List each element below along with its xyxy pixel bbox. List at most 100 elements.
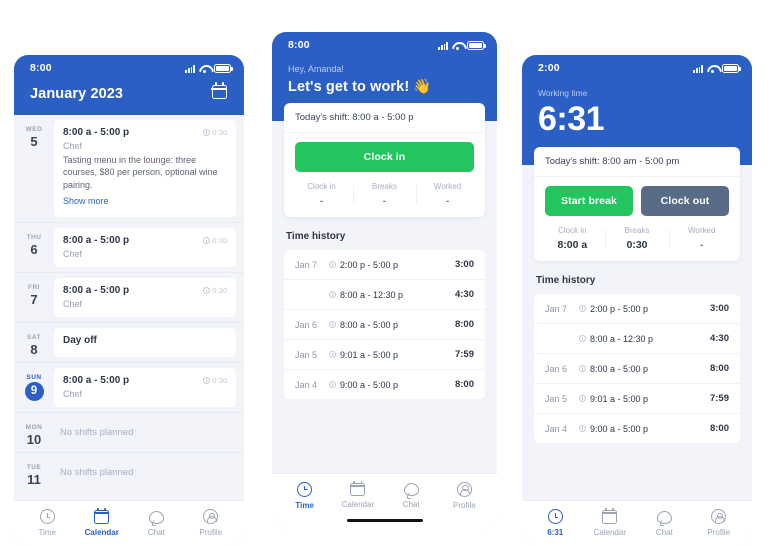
clock-in-button[interactable]: Clock in <box>295 142 474 172</box>
history-row[interactable]: Jan 4 9:00 a - 5:00 p 8:00 <box>534 413 740 443</box>
phone-calendar-screen: 8:00 January 2023 WED 5 8:00 a - 5:00 p … <box>14 55 244 546</box>
shift-break-duration: 0:30 <box>202 236 227 246</box>
user-icon <box>456 481 472 497</box>
stat-breaks: Breaks - <box>353 182 416 207</box>
tab-time[interactable]: Time <box>281 481 329 510</box>
tab-calendar[interactable]: Calendar <box>78 508 126 537</box>
schedule-day-row[interactable]: WED 5 8:00 a - 5:00 p 0:30 Chef Tasting … <box>14 115 244 222</box>
time-history-section: Time history Jan 7 2:00 p - 5:00 p 3:00 … <box>522 261 752 500</box>
battery-icon <box>214 63 233 73</box>
history-row[interactable]: Jan 7 2:00 p - 5:00 p 3:00 <box>284 250 485 279</box>
status-bar-time: 2:00 <box>538 62 560 74</box>
history-total: 4:30 <box>709 333 729 344</box>
show-more-link[interactable]: Show more <box>63 196 109 206</box>
tab-time[interactable]: 6:31 <box>531 509 579 537</box>
calendar-picker-button[interactable] <box>211 82 229 102</box>
history-row[interactable]: Jan 7 2:00 p - 5:00 p 3:00 <box>534 294 740 323</box>
history-row[interactable]: Jan 4 9:00 a - 5:00 p 8:00 <box>284 369 485 399</box>
headline-text: Let's get to work! 👋 <box>288 79 432 95</box>
tab-calendar[interactable]: Calendar <box>586 508 634 537</box>
clock-icon <box>579 365 586 372</box>
history-span-text: 9:00 a - 5:00 p <box>590 423 649 434</box>
history-span: 9:01 a - 5:00 p <box>329 350 455 360</box>
history-date: Jan 5 <box>545 393 568 404</box>
day-number: 9 <box>24 382 44 402</box>
schedule-day-row[interactable]: FRI 7 8:00 a - 5:00 p 0:30 Chef <box>14 272 244 322</box>
working-timer: 6:31 <box>538 100 605 138</box>
history-row[interactable]: 8:00 a - 12:30 p 4:30 <box>284 279 485 309</box>
day-of-week: TUE <box>26 464 42 472</box>
history-row[interactable]: Jan 6 8:00 a - 5:00 p 8:00 <box>534 353 740 383</box>
history-row[interactable]: Jan 5 9:01 a - 5:00 p 7:59 <box>534 383 740 413</box>
time-history-list[interactable]: Jan 7 2:00 p - 5:00 p 3:00 8:00 a - 12:3… <box>284 250 485 399</box>
tab-label: Chat <box>147 527 165 537</box>
clock-icon <box>202 129 210 136</box>
history-total: 8:00 <box>454 319 474 330</box>
stat-clock-in: Clock in 8:00 a <box>540 226 605 251</box>
history-date: Jan 6 <box>295 319 318 330</box>
history-span: 2:00 p - 5:00 p <box>329 260 455 270</box>
day-off-card[interactable]: Day off <box>54 328 236 358</box>
todays-shift-text: Today's shift: 8:00 a - 5:00 p <box>284 103 485 133</box>
shift-card[interactable]: 8:00 a - 5:00 p 0:30 Chef <box>54 278 236 318</box>
clock-icon <box>329 381 336 388</box>
tab-chat[interactable]: Chat <box>132 510 180 537</box>
time-history-list[interactable]: Jan 7 2:00 p - 5:00 p 3:00 8:00 a - 12:3… <box>534 294 740 443</box>
stat-value: - <box>319 195 324 207</box>
clock-icon <box>579 305 586 312</box>
history-span: 2:00 p - 5:00 p <box>579 304 710 314</box>
tab-label: Profile <box>707 528 731 537</box>
break-duration-value: 0:30 <box>212 128 227 137</box>
day-number: 8 <box>30 342 38 358</box>
schedule-day-row[interactable]: TUE 11 No shifts planned <box>14 452 244 492</box>
tab-time[interactable]: Time <box>23 509 71 537</box>
day-number: 6 <box>30 242 38 258</box>
shift-card[interactable]: 8:00 a - 5:00 p 0:30 Chef <box>54 228 236 268</box>
schedule-day-row-today[interactable]: SUN 9 8:00 a - 5:00 p 0:30 Chef <box>14 362 244 412</box>
day-column: TUE 11 <box>14 458 54 487</box>
schedule-list[interactable]: WED 5 8:00 a - 5:00 p 0:30 Chef Tasting … <box>14 115 244 500</box>
no-shifts-label: No shifts planned <box>60 467 134 479</box>
tab-profile[interactable]: Profile <box>440 481 488 510</box>
shift-break-duration: 0:30 <box>202 286 227 295</box>
shift-card[interactable]: 8:00 a - 5:00 p 0:30 Chef Tasting menu i… <box>54 120 236 218</box>
tab-profile[interactable]: Profile <box>187 509 235 537</box>
history-row[interactable]: Jan 5 9:01 a - 5:00 p 7:59 <box>284 339 485 369</box>
history-span-text: 8:00 a - 12:30 p <box>590 333 654 344</box>
history-span: 9:01 a - 5:00 p <box>579 394 710 404</box>
status-bar-icons <box>438 40 486 50</box>
status-bar-time: 8:00 <box>288 39 310 51</box>
stat-label: Worked <box>433 182 462 191</box>
history-span: 9:00 a - 5:00 p <box>329 380 455 390</box>
wifi-icon <box>199 65 210 73</box>
shift-role: Chef <box>63 249 83 260</box>
start-break-button[interactable]: Start break <box>545 186 633 216</box>
day-column: THU 6 <box>14 228 54 267</box>
schedule-day-row[interactable]: SAT 8 Day off <box>14 322 244 362</box>
shift-summary-card: Today's shift: 8:00 a - 5:00 p Clock in … <box>284 103 485 217</box>
time-history-title: Time history <box>536 275 596 286</box>
history-date: Jan 7 <box>545 303 568 314</box>
shift-role: Chef <box>63 389 83 400</box>
history-total: 8:00 <box>454 379 474 390</box>
break-duration-value: 0:30 <box>212 236 227 246</box>
day-number: 10 <box>26 432 42 448</box>
history-row[interactable]: Jan 6 8:00 a - 5:00 p 8:00 <box>284 309 485 339</box>
schedule-day-row[interactable]: THU 6 8:00 a - 5:00 p 0:30 Chef <box>14 222 244 272</box>
tab-profile[interactable]: Profile <box>695 509 743 537</box>
shift-card-header: 8:00 a - 5:00 p 0:30 <box>63 375 227 386</box>
clock-out-button[interactable]: Clock out <box>641 186 729 216</box>
tab-chat[interactable]: Chat <box>640 510 688 537</box>
tab-label: Chat <box>655 527 673 537</box>
stat-breaks: Breaks 0:30 <box>604 226 670 251</box>
tab-calendar[interactable]: Calendar <box>334 480 382 509</box>
history-date: Jan 6 <box>545 363 568 374</box>
history-row[interactable]: 8:00 a - 12:30 p 4:30 <box>534 323 740 353</box>
tab-chat[interactable]: Chat <box>387 482 435 509</box>
history-span-text: 9:00 a - 5:00 p <box>340 379 399 390</box>
shift-card[interactable]: 8:00 a - 5:00 p 0:30 Chef <box>54 368 236 408</box>
screenshot-canvas: 8:00 January 2023 WED 5 8:00 a - 5:00 p … <box>0 0 768 546</box>
history-span: 8:00 a - 5:00 p <box>329 320 455 330</box>
status-bar: 8:00 <box>14 55 244 76</box>
schedule-day-row[interactable]: MON 10 No shifts planned <box>14 412 244 452</box>
